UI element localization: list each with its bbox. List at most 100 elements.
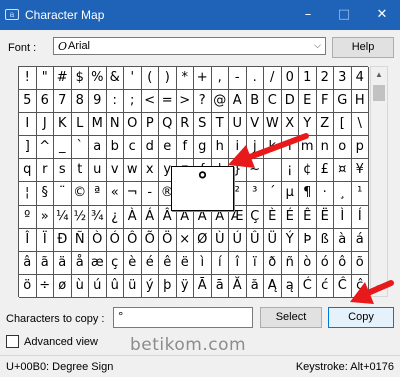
character-cell[interactable]: x [141,159,159,183]
characters-to-copy-input[interactable]: ° [113,307,253,328]
character-cell[interactable]: Ë [316,205,334,229]
character-cell[interactable]: ' [124,67,142,91]
character-cell[interactable]: D [281,90,299,114]
character-cell[interactable]: S [194,113,212,137]
character-cell[interactable]: à [334,228,352,252]
character-cell[interactable]: Í [351,205,369,229]
character-cell[interactable]: ] [19,136,37,160]
character-cell[interactable]: / [264,67,282,91]
character-cell[interactable]: $ [71,67,89,91]
character-cell[interactable]: µ [281,182,299,206]
character-cell[interactable]: ë [176,251,194,275]
character-cell[interactable]: Ó [106,228,124,252]
character-cell[interactable]: ¬ [124,182,142,206]
copy-button[interactable]: Copy [328,307,394,328]
character-cell[interactable]: á [351,228,369,252]
character-cell[interactable]: i [229,136,247,160]
character-cell[interactable]: u [89,159,107,183]
scroll-thumb[interactable] [373,85,385,101]
character-cell[interactable]: ø [54,274,72,298]
character-cell[interactable]: ¥ [351,159,369,183]
maximize-icon[interactable]: □ [326,0,362,30]
character-cell[interactable]: Ð [54,228,72,252]
character-cell[interactable]: E [299,90,317,114]
character-cell[interactable]: M [89,113,107,137]
character-cell[interactable]: w [124,159,142,183]
character-cell[interactable]: Ý [281,228,299,252]
character-cell[interactable]: ? [194,90,212,114]
character-cell[interactable]: ª [89,182,107,206]
character-cell[interactable]: ä [54,251,72,275]
character-cell[interactable]: _ [54,136,72,160]
character-cell[interactable]: × [176,228,194,252]
character-cell[interactable]: N [106,113,124,137]
character-cell[interactable]: 7 [54,90,72,114]
character-cell[interactable]: ~ [246,159,264,183]
character-cell[interactable]: ÷ [36,274,54,298]
character-cell[interactable]: Þ [299,228,317,252]
character-cell[interactable]: Á [141,205,159,229]
character-cell[interactable]: § [36,182,54,206]
character-cell[interactable]: c [124,136,142,160]
character-cell[interactable]: Q [159,113,177,137]
character-cell[interactable]: Ă [229,274,247,298]
character-cell[interactable]: Û [246,228,264,252]
character-cell[interactable]: 1 [299,67,317,91]
character-cell[interactable]: Ĉ [334,274,352,298]
character-cell[interactable]: n [316,136,334,160]
character-cell[interactable]: ¦ [19,182,37,206]
character-cell[interactable]: Ï [36,228,54,252]
character-cell[interactable]: 2 [316,67,334,91]
character-cell[interactable]: + [194,67,212,91]
grid-scrollbar[interactable]: ▲ ▼ [370,66,388,297]
character-cell[interactable]: ú [89,274,107,298]
character-cell[interactable]: þ [159,274,177,298]
character-cell[interactable]: * [176,67,194,91]
character-cell[interactable]: r [36,159,54,183]
character-cell[interactable]: H [351,90,369,114]
character-cell[interactable]: ½ [71,205,89,229]
character-cell[interactable]: ! [19,67,37,91]
character-cell[interactable]: R [176,113,194,137]
character-cell[interactable]: ć [316,274,334,298]
character-cell[interactable]: # [54,67,72,91]
character-cell[interactable]: X [281,113,299,137]
minimize-icon[interactable]: – [290,0,326,30]
character-cell[interactable]: Î [19,228,37,252]
character-cell[interactable]: ĉ [351,274,369,298]
character-cell[interactable]: @ [211,90,229,114]
character-cell[interactable]: Ù [211,228,229,252]
character-cell[interactable]: p [351,136,369,160]
character-cell[interactable]: 5 [19,90,37,114]
character-cell[interactable]: ą [281,274,299,298]
character-cell[interactable]: í [211,251,229,275]
character-cell[interactable]: d [141,136,159,160]
character-cell[interactable]: ÿ [176,274,194,298]
character-cell[interactable]: > [176,90,194,114]
character-cell[interactable]: Ê [299,205,317,229]
character-cell[interactable]: · [316,182,334,206]
character-cell[interactable]: ß [316,228,334,252]
character-cell[interactable]: , [211,67,229,91]
character-cell[interactable]: e [159,136,177,160]
character-cell[interactable]: ¸ [334,182,352,206]
character-cell[interactable]: ă [246,274,264,298]
character-cell[interactable]: m [299,136,317,160]
character-cell[interactable]: U [229,113,247,137]
character-cell[interactable]: ^ [36,136,54,160]
character-cell[interactable]: ì [194,251,212,275]
character-cell[interactable]: ¿ [106,205,124,229]
character-cell[interactable]: Ć [299,274,317,298]
character-cell[interactable]: P [141,113,159,137]
help-button[interactable]: Help [332,37,394,58]
character-cell[interactable]: % [89,67,107,91]
character-cell[interactable]: - [229,67,247,91]
character-cell[interactable]: è [124,251,142,275]
character-cell[interactable]: ¹ [351,182,369,206]
character-cell[interactable]: 9 [89,90,107,114]
character-cell[interactable]: ¼ [54,205,72,229]
character-cell[interactable]: V [246,113,264,137]
character-cell[interactable]: ; [124,90,142,114]
character-cell[interactable]: B [246,90,264,114]
character-cell[interactable]: ā [211,274,229,298]
